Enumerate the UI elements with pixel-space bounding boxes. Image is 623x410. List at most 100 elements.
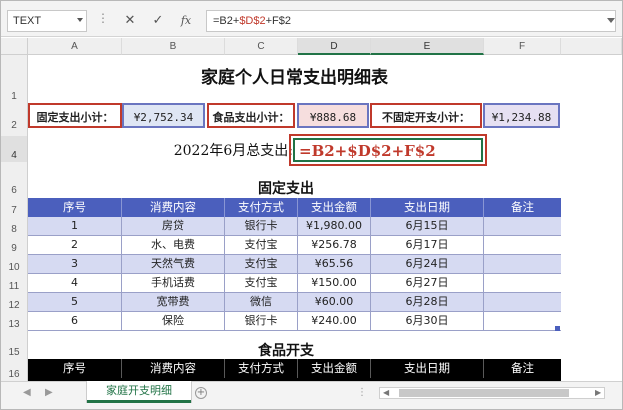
name-box[interactable]: TEXT: [7, 10, 87, 32]
cancel-icon[interactable]: ✕: [119, 11, 141, 31]
next-sheet-icon[interactable]: ▶: [45, 387, 53, 398]
row-header-1[interactable]: 1: [1, 55, 28, 103]
row-header-13[interactable]: 13: [1, 312, 28, 331]
sheet-title[interactable]: 家庭个人日常支出明细表: [28, 63, 561, 88]
row-header-12[interactable]: 12: [1, 293, 28, 312]
cell-content[interactable]: 保险: [122, 312, 225, 330]
fixed-subtotal-label[interactable]: 固定支出小计：: [28, 103, 122, 128]
horizontal-scroll-thumb[interactable]: [399, 389, 569, 397]
cell-content[interactable]: 房贷: [122, 217, 225, 235]
cell-index[interactable]: 2: [28, 236, 122, 254]
row-header-14[interactable]: [1, 331, 28, 341]
total-label[interactable]: 2022年6月总支出:: [121, 140, 293, 160]
column-header-g[interactable]: [561, 38, 622, 55]
sheet-tab-active[interactable]: 家庭开支明细: [87, 381, 191, 403]
scroll-left-icon[interactable]: ◀: [383, 387, 389, 399]
food-section-title[interactable]: 食品开支: [121, 340, 451, 360]
fixed-subtotal-value[interactable]: ¥2,752.34: [122, 103, 205, 128]
header-amount[interactable]: 支出金额: [298, 198, 371, 217]
cell-index[interactable]: 6: [28, 312, 122, 330]
select-all-corner[interactable]: [1, 38, 28, 55]
header-date[interactable]: 支出日期: [371, 359, 484, 378]
row-header-11[interactable]: 11: [1, 274, 28, 293]
total-formula-text[interactable]: =B2+$D$2+F$2: [293, 138, 483, 162]
row-header-4[interactable]: 4: [1, 136, 28, 162]
tab-bar-dots-icon[interactable]: ⋮: [357, 387, 367, 398]
header-payment[interactable]: 支付方式: [225, 359, 298, 378]
column-header-b[interactable]: B: [122, 38, 225, 55]
fixed-section-title[interactable]: 固定支出: [121, 178, 451, 198]
cell-content[interactable]: 水、电费: [122, 236, 225, 254]
cell-note[interactable]: [484, 312, 561, 330]
table-row: 6 保险 银行卡 ¥240.00 6月30日: [28, 312, 561, 331]
header-date[interactable]: 支出日期: [371, 198, 484, 217]
formula-input[interactable]: =B2+$D$2+F$2: [206, 10, 616, 32]
header-content[interactable]: 消费内容: [122, 198, 225, 217]
total-formula-cell[interactable]: =B2+$D$2+F$2: [289, 134, 487, 166]
column-header-f[interactable]: F: [484, 38, 561, 55]
cell-payment[interactable]: 银行卡: [225, 312, 298, 330]
row-header-2[interactable]: 2: [1, 103, 28, 132]
header-note[interactable]: 备注: [484, 359, 561, 378]
row-header-15[interactable]: 15: [1, 341, 28, 359]
insert-function-icon[interactable]: fx: [175, 11, 197, 31]
column-header-c[interactable]: C: [225, 38, 298, 55]
enter-icon[interactable]: ✓: [147, 11, 169, 31]
cell-payment[interactable]: 银行卡: [225, 217, 298, 235]
cell-content[interactable]: 天然气费: [122, 255, 225, 273]
irregular-subtotal-label[interactable]: 不固定开支小计：: [370, 103, 482, 128]
row-header-16[interactable]: 16: [1, 359, 28, 381]
add-sheet-icon[interactable]: +: [195, 387, 207, 399]
irregular-subtotal-value[interactable]: ¥1,234.88: [483, 103, 560, 128]
row-header-7[interactable]: 7: [1, 197, 28, 217]
prev-sheet-icon[interactable]: ◀: [23, 387, 31, 398]
header-note[interactable]: 备注: [484, 198, 561, 217]
cell-date[interactable]: 6月28日: [371, 293, 484, 311]
cell-date[interactable]: 6月30日: [371, 312, 484, 330]
cell-date[interactable]: 6月24日: [371, 255, 484, 273]
header-amount[interactable]: 支出金额: [298, 359, 371, 378]
cell-date[interactable]: 6月15日: [371, 217, 484, 235]
cell-amount[interactable]: ¥1,980.00: [298, 217, 371, 235]
cell-payment[interactable]: 支付宝: [225, 236, 298, 254]
cell-amount[interactable]: ¥150.00: [298, 274, 371, 292]
header-index[interactable]: 序号: [28, 359, 122, 378]
cell-note[interactable]: [484, 274, 561, 292]
column-header-a[interactable]: A: [28, 38, 122, 55]
cell-index[interactable]: 5: [28, 293, 122, 311]
column-header-d[interactable]: D: [298, 38, 371, 55]
cell-index[interactable]: 3: [28, 255, 122, 273]
food-subtotal-value[interactable]: ¥888.68: [297, 103, 369, 128]
cell-payment[interactable]: 支付宝: [225, 274, 298, 292]
row-header-8[interactable]: 8: [1, 217, 28, 236]
cell-index[interactable]: 1: [28, 217, 122, 235]
row-header-6[interactable]: 6: [1, 167, 28, 197]
row-header-10[interactable]: 10: [1, 255, 28, 274]
cell-amount[interactable]: ¥256.78: [298, 236, 371, 254]
row-header-9[interactable]: 9: [1, 236, 28, 255]
cell-note[interactable]: [484, 236, 561, 254]
header-index[interactable]: 序号: [28, 198, 122, 217]
cell-note[interactable]: [484, 255, 561, 273]
cell-date[interactable]: 6月17日: [371, 236, 484, 254]
cell-note[interactable]: [484, 217, 561, 235]
cell-payment[interactable]: 微信: [225, 293, 298, 311]
header-content[interactable]: 消费内容: [122, 359, 225, 378]
cell-content[interactable]: 宽带费: [122, 293, 225, 311]
cell-index[interactable]: 4: [28, 274, 122, 292]
header-payment[interactable]: 支付方式: [225, 198, 298, 217]
cell-payment[interactable]: 支付宝: [225, 255, 298, 273]
cell-amount[interactable]: ¥65.56: [298, 255, 371, 273]
cell-date[interactable]: 6月27日: [371, 274, 484, 292]
table-resize-handle[interactable]: [555, 326, 560, 331]
cell-amount[interactable]: ¥60.00: [298, 293, 371, 311]
cell-amount[interactable]: ¥240.00: [298, 312, 371, 330]
name-box-dropdown-icon[interactable]: [77, 18, 83, 22]
column-header-e[interactable]: E: [371, 38, 484, 55]
food-subtotal-label[interactable]: 食品支出小计：: [207, 103, 295, 128]
expand-formula-bar-icon[interactable]: [607, 18, 615, 23]
cell-note[interactable]: [484, 293, 561, 311]
scroll-right-icon[interactable]: ▶: [595, 387, 601, 399]
cell-content[interactable]: 手机话费: [122, 274, 225, 292]
fixed-table-header: 序号 消费内容 支付方式 支出金额 支出日期 备注: [28, 198, 561, 217]
